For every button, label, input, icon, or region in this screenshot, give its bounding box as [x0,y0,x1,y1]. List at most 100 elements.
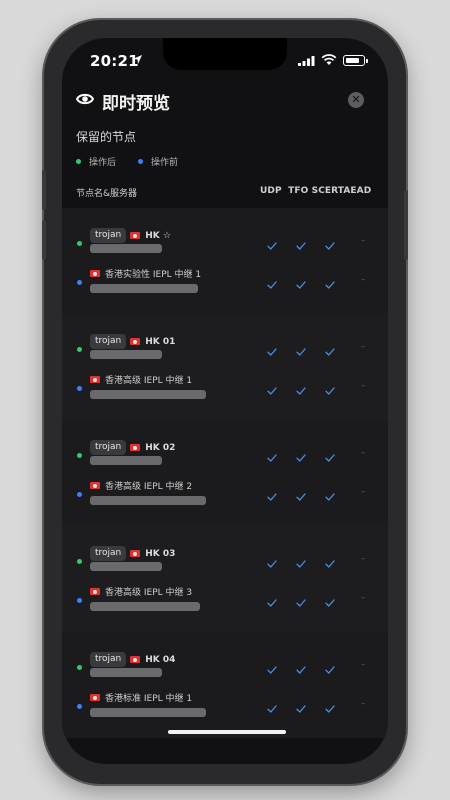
before-status-dot [77,598,82,603]
home-indicator[interactable] [168,730,286,734]
node-group: trojan HK 02 – 香港高级 IEPL 中继 2 – [62,420,388,526]
node-name: HK ☆ [145,230,171,241]
checkmark-icon [296,487,306,501]
hk-flag-icon [130,656,141,663]
before-dot [138,159,144,164]
node-title-line: trojan HK 04 [90,652,175,667]
checkmark-icon [296,342,306,356]
phone-screen: 20:21 即时预览 ✕ 保留的节点 操作后 操作前 节点名&服务器 UDP T… [62,38,388,764]
node-title-line: 香港高级 IEPL 中继 2 [90,479,192,492]
checkmark-icon [267,593,277,607]
checkmark-icon [325,236,335,250]
capability-checks: – [267,554,377,568]
node-row-after[interactable]: trojan HK 04 – [62,646,388,686]
server-name: 香港高级 IEPL 中继 3 [105,588,193,598]
capability-checks: – [267,699,377,713]
capability-checks: – [267,381,377,395]
hk-flag-icon [90,482,100,489]
checkmark-icon [325,593,335,607]
close-button[interactable]: ✕ [348,92,364,108]
header: 即时预览 ✕ [62,86,388,116]
node-title-line: trojan HK ☆ [90,228,171,243]
phone-volume-button [42,170,46,210]
protocol-tag: trojan [90,228,127,243]
checkmark-icon [325,381,335,395]
location-arrow-icon [133,55,142,64]
node-title-line: 香港高级 IEPL 中继 3 [90,585,192,598]
hk-flag-icon [130,444,141,451]
node-title-line: trojan HK 03 [90,546,175,561]
checkmark-icon [296,660,306,674]
server-name: 香港实验性 IEPL 中继 1 [105,270,202,280]
capability-checks: – [267,236,377,250]
checkmark-icon [267,487,277,501]
checkmark-icon [325,342,335,356]
checkmark-icon [325,448,335,462]
checkmark-icon [296,381,306,395]
protocol-tag: trojan [90,546,127,561]
hk-flag-icon [90,694,100,701]
redacted-address [90,562,162,571]
before-status-dot [77,704,82,709]
checkmark-icon [267,275,277,289]
node-row-before[interactable]: 香港高级 IEPL 中继 1 – [62,367,388,407]
node-name: HK 03 [145,548,176,559]
node-name: HK 01 [145,336,176,347]
before-status-dot [77,280,82,285]
hk-flag-icon [130,550,141,557]
node-title-line: 香港标准 IEPL 中继 1 [90,691,192,704]
column-flags-label: UDP TFO SCERTAEAD [260,186,372,196]
node-group: trojan HK ☆ – 香港实验性 IEPL 中继 1 – [62,208,388,314]
battery-icon [343,55,368,66]
legend-label-before: 操作前 [151,158,179,168]
hk-flag-icon [130,232,141,239]
aead-dash: – [361,660,366,670]
legend-item-after: 操作后 [76,155,116,168]
checkmark-icon [267,342,277,356]
checkmark-icon [296,699,306,713]
node-row-before[interactable]: 香港标准 IEPL 中继 1 – [62,685,388,725]
before-status-dot [77,386,82,391]
hk-flag-icon [90,270,100,277]
column-header: 节点名&服务器 UDP TFO SCERTAEAD [62,184,388,204]
checkmark-icon [267,236,277,250]
protocol-tag: trojan [90,652,127,667]
checkmark-icon [296,554,306,568]
capability-checks: – [267,275,377,289]
node-row-before[interactable]: 香港实验性 IEPL 中继 1 – [62,261,388,301]
redacted-address [90,496,206,505]
notch [163,38,287,70]
aead-dash: – [361,275,366,285]
node-row-after[interactable]: trojan HK 01 – [62,328,388,368]
node-list: trojan HK ☆ – 香港实验性 IEPL 中继 1– trojan HK 01– 香… [62,208,388,738]
after-dot [76,159,81,164]
node-row-after[interactable]: trojan HK 03 – [62,540,388,580]
checkmark-icon [296,236,306,250]
aead-dash: – [361,699,366,709]
node-name: HK 02 [145,442,176,453]
redacted-address [90,668,162,677]
aead-dash: – [361,342,366,352]
hk-flag-icon [130,338,141,345]
checkmark-icon [325,699,335,713]
node-row-before[interactable]: 香港高级 IEPL 中继 3 – [62,579,388,619]
after-status-dot [77,559,82,564]
redacted-address [90,244,162,253]
after-status-dot [77,453,82,458]
hk-flag-icon [90,376,100,383]
node-row-after[interactable]: trojan HK 02 – [62,434,388,474]
capability-checks: – [267,342,377,356]
checkmark-icon [296,448,306,462]
node-group: trojan HK 01 – 香港高级 IEPL 中继 1 – [62,314,388,420]
legend: 操作后 操作前 [76,155,200,168]
checkmark-icon [325,660,335,674]
node-row-after[interactable]: trojan HK ☆ – [62,222,388,262]
checkmark-icon [267,660,277,674]
node-row-before[interactable]: 香港高级 IEPL 中继 2 – [62,473,388,513]
legend-label-after: 操作后 [89,158,117,168]
node-title-line: 香港实验性 IEPL 中继 1 [90,267,201,280]
checkmark-icon [325,554,335,568]
redacted-address [90,390,206,399]
checkmark-icon [296,275,306,289]
capability-checks: – [267,660,377,674]
